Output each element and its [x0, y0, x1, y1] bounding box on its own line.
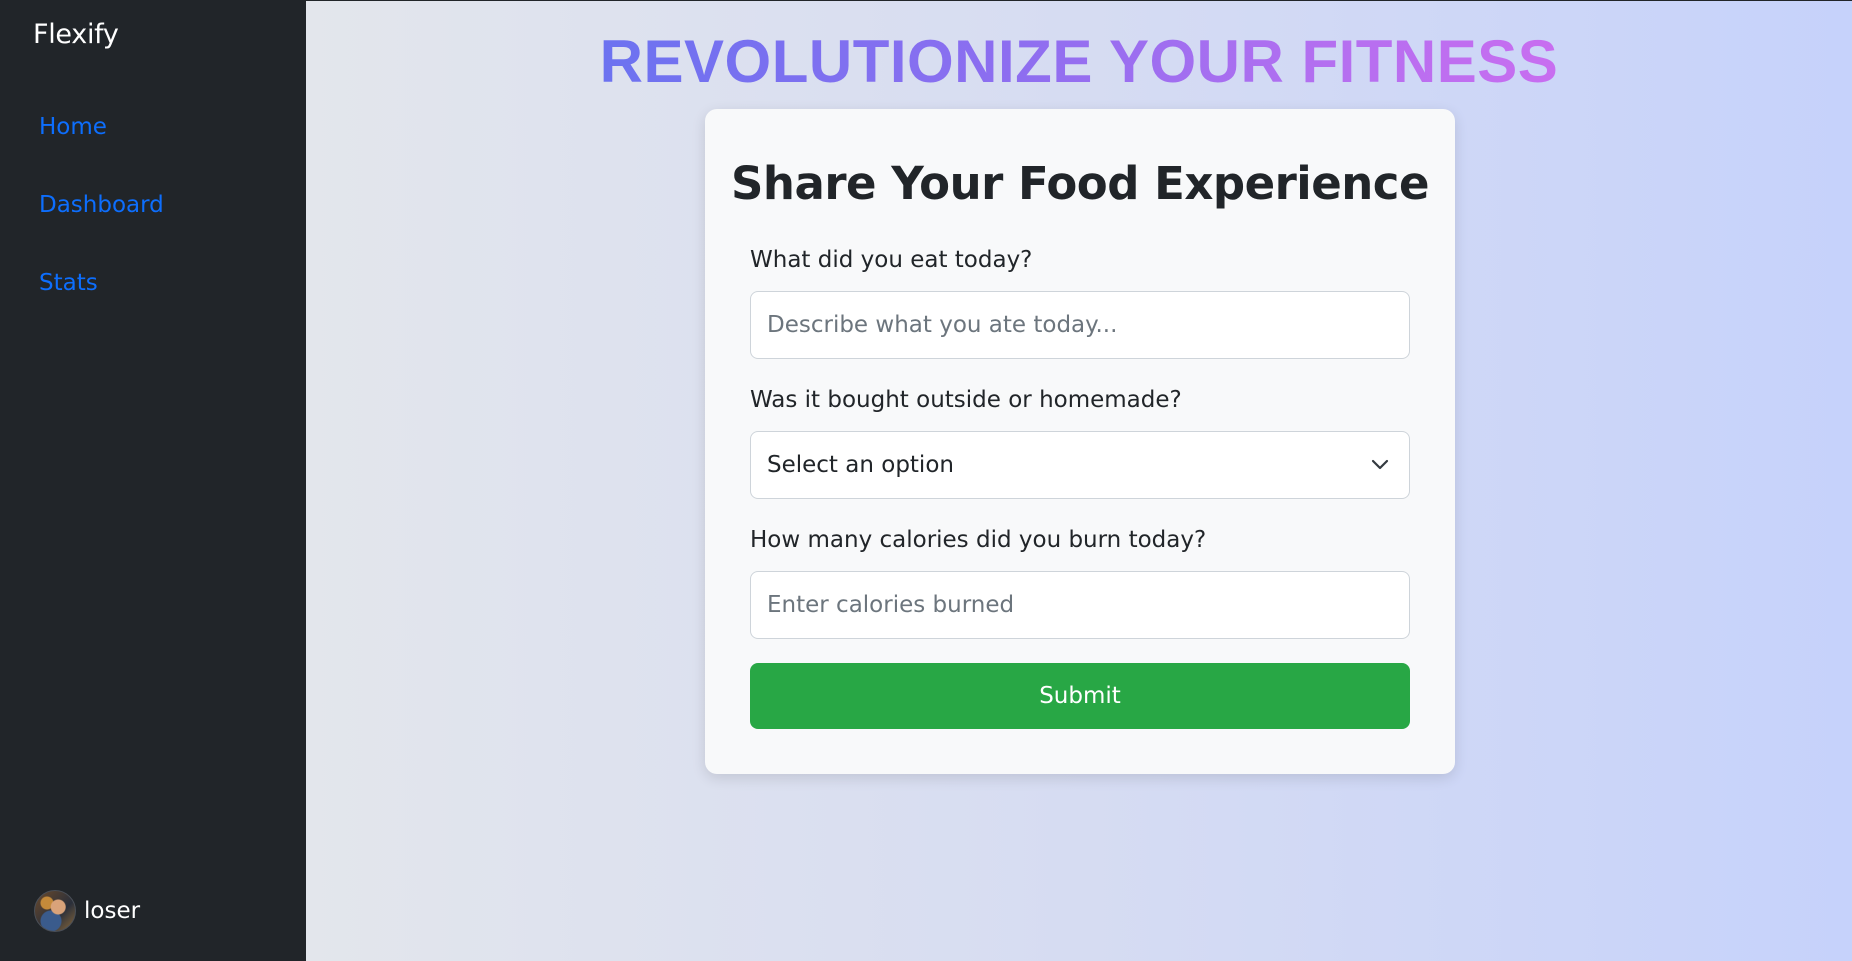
sidebar: Flexify Home Dashboard Stats loser [0, 1, 306, 961]
food-experience-form: Share Your Food Experience What did you … [705, 109, 1455, 774]
calories-label: How many calories did you burn today? [750, 527, 1207, 553]
source-label: Was it bought outside or homemade? [750, 387, 1182, 413]
hero-title: REVOLUTIONIZE YOUR FITNESS [306, 27, 1852, 96]
main-content: REVOLUTIONIZE YOUR FITNESS Share Your Fo… [306, 1, 1852, 961]
sidebar-item-stats[interactable]: Stats [39, 270, 98, 296]
sidebar-item-home[interactable]: Home [39, 114, 107, 140]
calories-input[interactable] [750, 571, 1410, 639]
hero-title-text: REVOLUTIONIZE YOUR FITNESS [599, 28, 1559, 95]
food-input[interactable] [750, 291, 1410, 359]
food-label: What did you eat today? [750, 247, 1033, 273]
source-select-value: Select an option [767, 452, 954, 478]
form-title: Share Your Food Experience [731, 157, 1429, 210]
user-profile[interactable]: loser [34, 890, 140, 932]
chevron-down-icon [1371, 459, 1389, 470]
sidebar-item-dashboard[interactable]: Dashboard [39, 192, 164, 218]
source-select[interactable]: Select an option [750, 431, 1410, 499]
avatar [34, 890, 76, 932]
submit-button[interactable]: Submit [750, 663, 1410, 729]
username: loser [84, 898, 141, 924]
brand-logo-text[interactable]: Flexify [33, 19, 119, 50]
